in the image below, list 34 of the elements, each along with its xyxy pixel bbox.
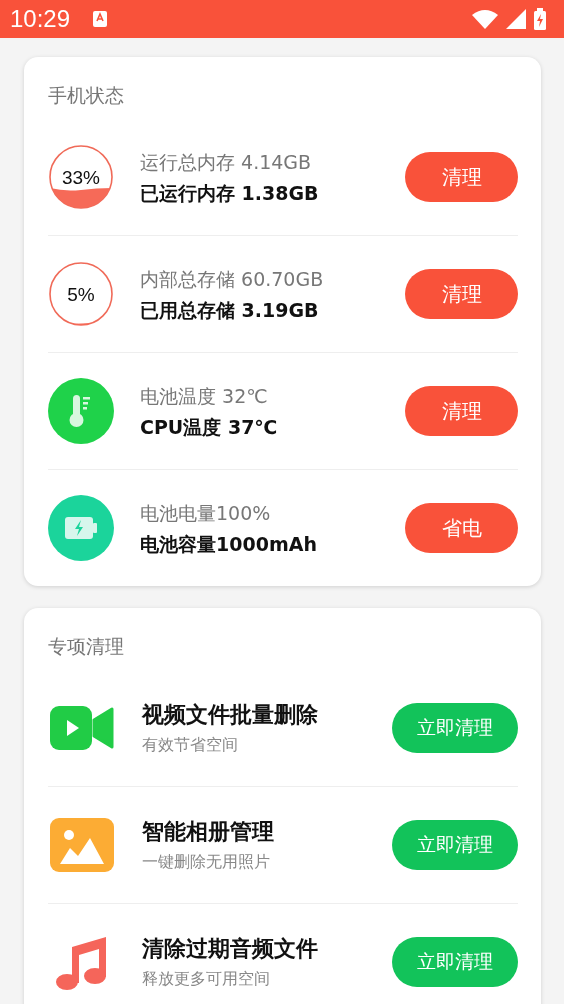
total-capacity-text: 电池温度 32℃ <box>140 384 269 409</box>
wifi-icon <box>472 9 498 29</box>
feature-title: 智能相册管理 <box>142 818 275 846</box>
clean-button[interactable]: 清理 <box>405 386 518 436</box>
clean-button[interactable]: 省电 <box>405 503 518 553</box>
keyboard-app-icon <box>92 10 109 28</box>
image-icon <box>50 818 114 872</box>
battery-icon <box>48 495 114 561</box>
usage-gauge-icon: 5% <box>48 260 114 328</box>
clean-now-button[interactable]: 立即清理 <box>392 703 518 753</box>
total-capacity-text: 运行总内存 4.14GB <box>140 150 313 175</box>
feature-description: 释放更多可用空间 <box>142 968 271 990</box>
clock-time: 10:29 <box>10 5 71 33</box>
battery-charging-icon <box>534 8 546 30</box>
usage-gauge-icon: 33% <box>48 143 114 211</box>
clean-button[interactable]: 清理 <box>405 152 518 202</box>
feature-description: 有效节省空间 <box>142 734 239 756</box>
usage-text: 电池容量1000mAh <box>140 532 318 557</box>
signal-icon <box>506 9 526 29</box>
usage-text: 已用总存储 3.19GB <box>140 298 320 323</box>
section-title: 专项清理 <box>48 634 125 659</box>
feature-description: 一键删除无用照片 <box>142 851 271 873</box>
clean-now-button[interactable]: 立即清理 <box>392 937 518 987</box>
feature-title: 清除过期音频文件 <box>142 935 319 963</box>
video-camera-icon <box>50 704 114 752</box>
usage-text: CPU温度 37℃ <box>140 415 279 440</box>
total-capacity-text: 电池电量100% <box>140 501 272 526</box>
thermometer-icon <box>48 378 114 444</box>
section-title: 手机状态 <box>48 83 125 108</box>
feature-title: 视频文件批量删除 <box>142 701 319 729</box>
clean-now-button[interactable]: 立即清理 <box>392 820 518 870</box>
usage-text: 已运行内存 1.38GB <box>140 181 320 206</box>
clean-button[interactable]: 清理 <box>405 269 518 319</box>
total-capacity-text: 内部总存储 60.70GB <box>140 267 325 292</box>
